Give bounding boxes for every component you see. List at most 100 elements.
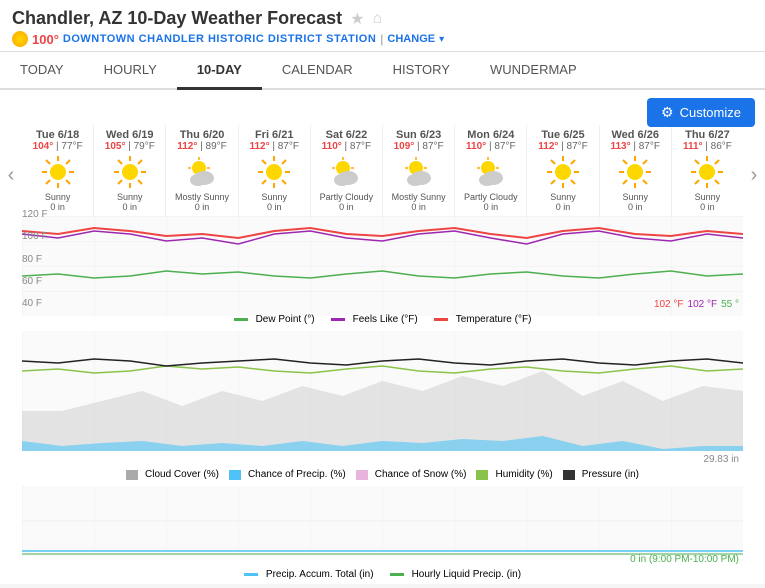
day-icon-3 [256,154,292,190]
day-precip-6: 0 in [457,202,524,212]
day-condition-5: Mostly Sunny [385,192,452,202]
sun-icon-7 [545,154,581,190]
legend-hourly-precip: Hourly Liquid Precip. (in) [390,569,522,580]
pressure-label: 29.83 in [703,454,739,465]
day-col-6: Mon 6/24 110° | 87°F Partly Cloudy 0 in [455,125,527,216]
cloud-sun-icon-2 [184,154,220,190]
day-label-8: Wed 6/26 [602,129,669,141]
day-label-3: Fri 6/21 [241,129,308,141]
day-precip-2: 0 in [168,202,235,212]
day-temps-1: 105° | 79°F [96,141,163,152]
current-temp: 100° [32,32,59,47]
day-label-9: Thu 6/27 [674,129,741,141]
day-icon-2 [184,154,220,190]
temp-label-3: 55 ° [721,299,739,310]
tab-hourly[interactable]: HOURLY [84,52,177,90]
accum-chart-svg [22,486,743,556]
day-label-1: Wed 6/19 [96,129,163,141]
weather-icon-small [12,31,28,47]
day-label-7: Tue 6/25 [529,129,596,141]
day-icon-5 [401,154,437,190]
tab-today[interactable]: TODAY [0,52,84,90]
legend-dewpoint: Dew Point (°) [234,314,315,325]
legend-temperature: Temperature (°F) [434,314,532,325]
cloud-sun-icon-5 [401,154,437,190]
home-icon[interactable]: ⌂ [372,10,382,28]
tab-wundermap[interactable]: WUNDERMAP [470,52,597,90]
sun-icon-3 [256,154,292,190]
day-precip-9: 0 in [674,202,741,212]
legend-humidity: Humidity (%) [476,469,552,480]
day-temps-4: 110° | 87°F [313,141,380,152]
customize-label: Customize [680,105,741,120]
day-precip-0: 0 in [24,202,91,212]
day-col-0: Tue 6/18 104° | 77°F Sunny 0 in [22,125,94,216]
legend-pressure: Pressure (in) [563,469,639,480]
day-label-5: Sun 6/23 [385,129,452,141]
title-row: Chandler, AZ 10-Day Weather Forecast ★ ⌂ [12,8,753,29]
sun-icon-1 [112,154,148,190]
day-temps-6: 110° | 87°F [457,141,524,152]
day-col-1: Wed 6/19 105° | 79°F Sunny 0 in [94,125,166,216]
gear-icon: ⚙ [661,104,674,121]
day-label-6: Mon 6/24 [457,129,524,141]
day-precip-5: 0 in [385,202,452,212]
page-title: Chandler, AZ 10-Day Weather Forecast [12,8,342,29]
day-icon-9 [689,154,725,190]
day-label-0: Tue 6/18 [24,129,91,141]
station-name[interactable]: DOWNTOWN CHANDLER HISTORIC DISTRICT STAT… [63,33,376,45]
main-content: ⚙ Customize ‹ Tue 6/18 104° | 77°F Sunny… [0,90,765,584]
cloud-sun-icon-4 [328,154,364,190]
prev-nav[interactable]: ‹ [0,125,22,216]
accum-note: 0 in (9:00 PM-10:00 PM) [630,554,739,565]
precip-chart-svg [22,331,743,451]
day-icon-6 [473,154,509,190]
day-icon-4 [328,154,364,190]
day-col-3: Fri 6/21 112° | 87°F Sunny 0 in [239,125,311,216]
day-icon-8 [617,154,653,190]
day-icon-7 [545,154,581,190]
precip-chart-legend: Cloud Cover (%) Chance of Precip. (%) Ch… [0,465,765,484]
day-icon-0 [40,154,76,190]
day-col-7: Tue 6/25 112° | 87°F Sunny 0 in [527,125,599,216]
legend-precip: Chance of Precip. (%) [229,469,346,480]
customize-button[interactable]: ⚙ Customize [647,98,755,127]
star-icon[interactable]: ★ [350,9,364,29]
day-label-4: Sat 6/22 [313,129,380,141]
day-temps-5: 109° | 87°F [385,141,452,152]
accum-chart-section: 0 in (9:00 PM-10:00 PM) [0,486,765,565]
accum-chart-legend: Precip. Accum. Total (in) Hourly Liquid … [0,565,765,584]
tab-calendar[interactable]: CALENDAR [262,52,373,90]
day-temps-9: 111° | 86°F [674,141,741,152]
day-col-9: Thu 6/27 111° | 86°F Sunny 0 in [672,125,743,216]
tab-10day[interactable]: 10-DAY [177,52,262,90]
day-temps-7: 112° | 87°F [529,141,596,152]
day-icon-1 [112,154,148,190]
temp-chart-svg [22,216,743,316]
legend-feelslike: Feels Like (°F) [331,314,418,325]
day-condition-7: Sunny [529,192,596,202]
tab-history[interactable]: HISTORY [373,52,470,90]
day-col-8: Wed 6/26 113° | 87°F Sunny 0 in [600,125,672,216]
day-precip-3: 0 in [241,202,308,212]
day-precip-7: 0 in [529,202,596,212]
next-nav[interactable]: › [743,125,765,216]
day-condition-8: Sunny [602,192,669,202]
day-temps-8: 113° | 87°F [602,141,669,152]
day-temps-3: 112° | 87°F [241,141,308,152]
day-condition-2: Mostly Sunny [168,192,235,202]
day-condition-0: Sunny [24,192,91,202]
day-precip-4: 0 in [313,202,380,212]
precip-chart-section: 29.83 in [0,331,765,465]
legend-cloud: Cloud Cover (%) [126,469,219,480]
day-condition-4: Partly Cloudy [313,192,380,202]
station-row: 100° DOWNTOWN CHANDLER HISTORIC DISTRICT… [12,31,753,47]
day-col-2: Thu 6/20 112° | 89°F Mostly Sunny 0 in [166,125,238,216]
cloud-sun-icon-6 [473,154,509,190]
day-temps-0: 104° | 77°F [24,141,91,152]
header: Chandler, AZ 10-Day Weather Forecast ★ ⌂… [0,0,765,52]
temp-label-2: 102 °F [688,299,718,310]
dropdown-arrow-icon[interactable]: ▾ [439,34,444,45]
change-link[interactable]: CHANGE [387,33,435,45]
day-condition-1: Sunny [96,192,163,202]
